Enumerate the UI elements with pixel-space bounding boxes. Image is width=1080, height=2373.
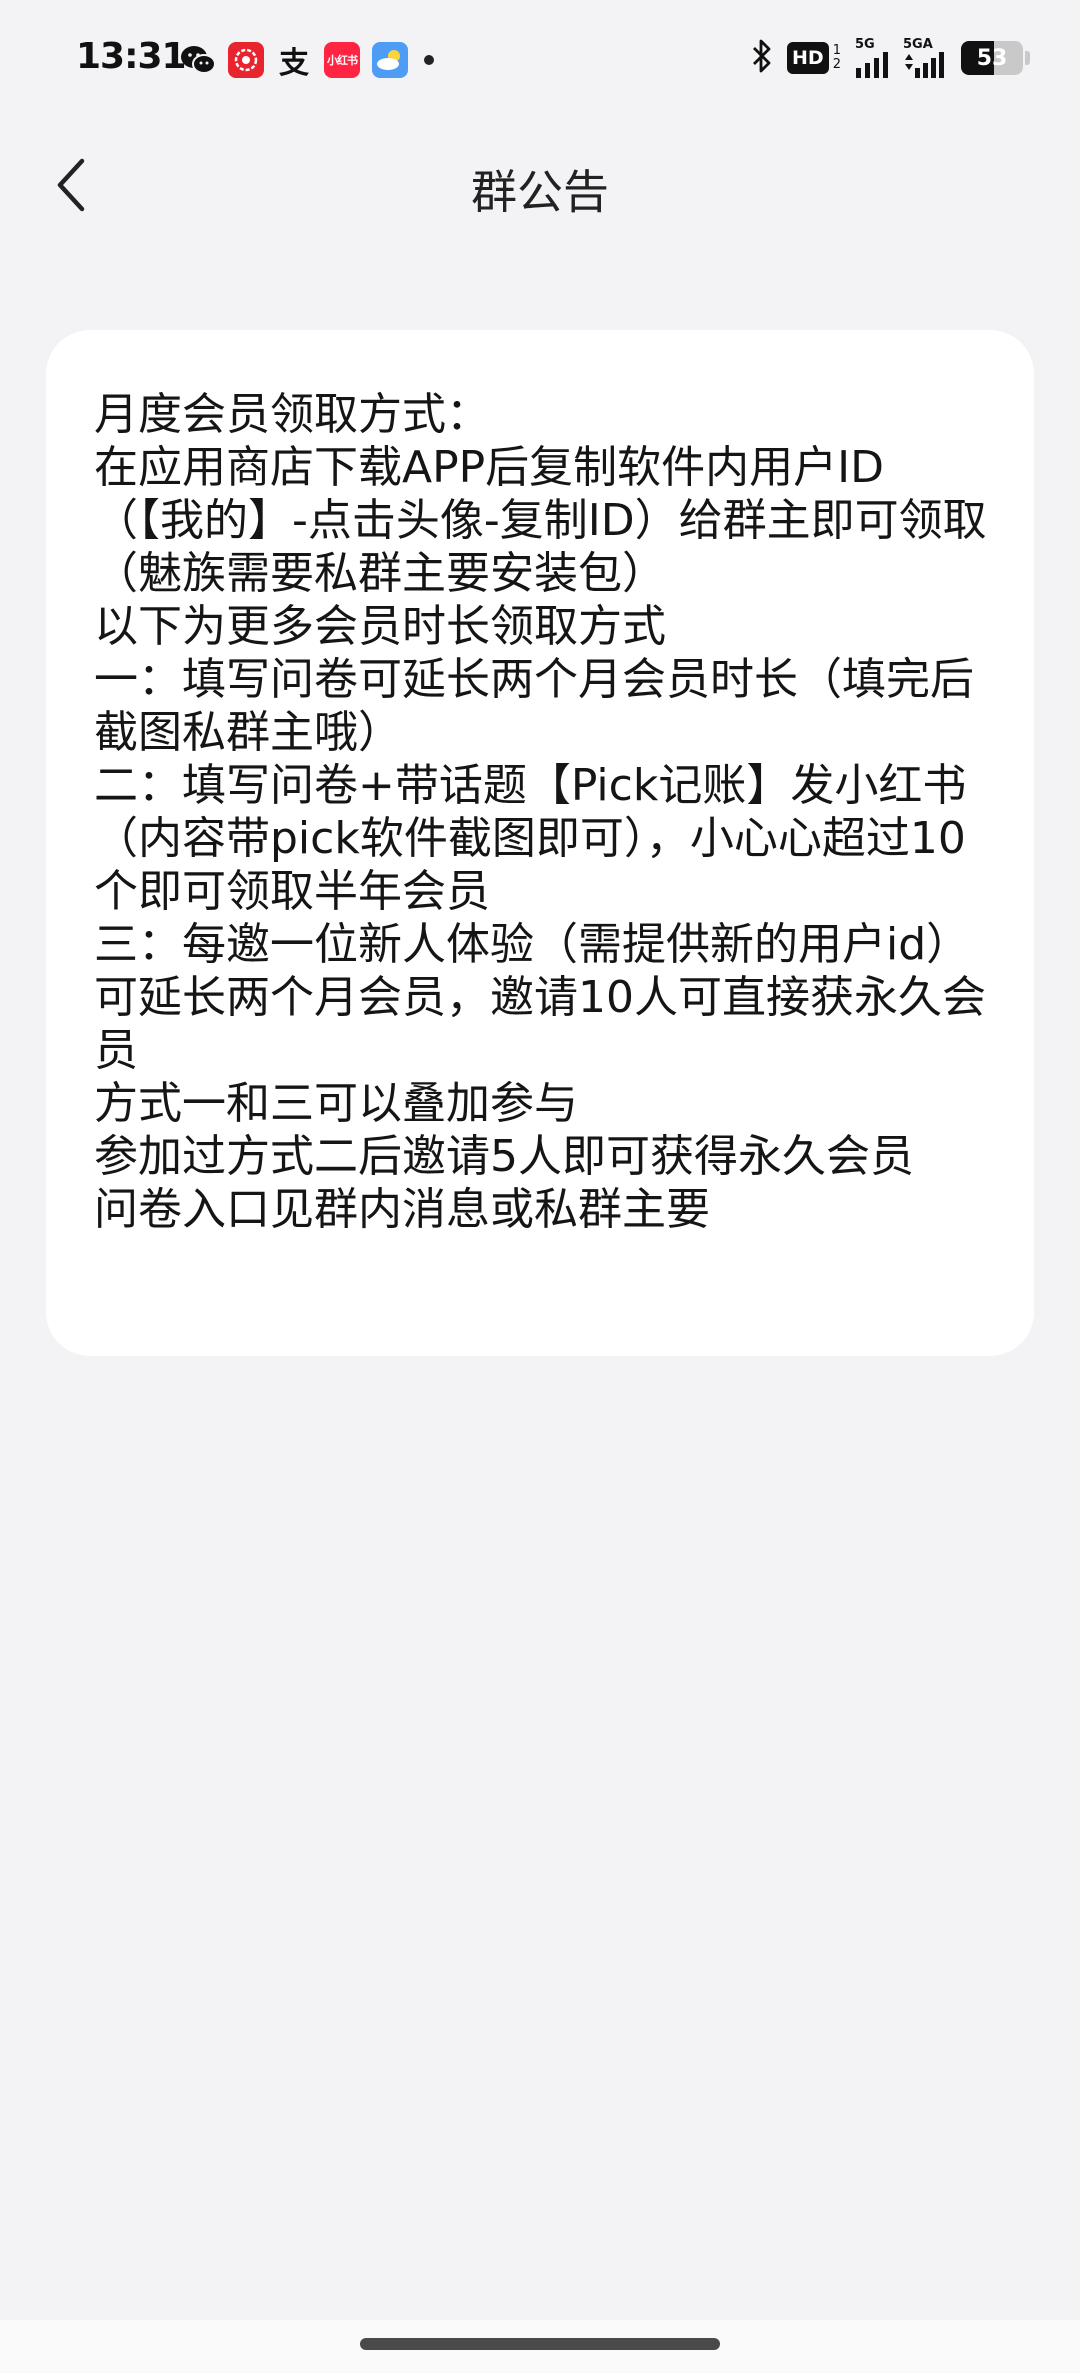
hd-voice-badge: HD (787, 42, 829, 74)
announcement-line: （魅族需要私群主要安装包） (94, 548, 666, 599)
alipay-icon: 支 (279, 46, 309, 81)
xiaohongshu-icon: 小红书 (324, 42, 360, 78)
page-title: 群公告 (471, 165, 609, 219)
weather-icon (372, 42, 408, 78)
status-time: 13:31 (76, 36, 187, 77)
status-bar: 13:31 支 小红书 HD 1 2 5G 5GA 53 (0, 0, 1080, 120)
signal-5g: 5G (855, 38, 889, 78)
battery-tip (1025, 51, 1030, 65)
announcement-line: 月度会员领取方式： (94, 389, 490, 440)
announcement-line: 方式一和三可以叠加参与 (94, 1078, 578, 1129)
announcement-line: 以下为更多会员时长领取方式 (94, 601, 666, 652)
announcement-card: 月度会员领取方式： 在应用商店下载APP后复制软件内用户ID（【我的】-点击头像-… (46, 330, 1034, 1356)
bluetooth-icon (751, 38, 773, 78)
home-indicator[interactable] (360, 2338, 720, 2350)
app-red-icon (228, 42, 264, 78)
announcement-line: 参加过方式二后邀请5人即可获得永久会员 (94, 1131, 914, 1182)
announcement-line: 在应用商店下载APP后复制软件内用户ID（【我的】-点击头像-复制ID）给群主即… (94, 442, 987, 546)
signal-5ga: 5GA (903, 38, 947, 78)
battery-indicator: 53 (961, 41, 1023, 75)
announcement-line: 二：填写问卷+带话题【Pick记账】发小红书（内容带pick软件截图即可），小心… (94, 760, 967, 917)
system-icons: HD 1 2 5G 5GA 53 (751, 38, 1030, 78)
wechat-icon (180, 42, 216, 78)
announcement-line: 一：填写问卷可延长两个月会员时长（填完后截图私群主哦） (94, 654, 974, 758)
nav-bar: 群公告 (0, 120, 1080, 250)
battery-level: 53 (976, 45, 1008, 71)
announcement-body[interactable]: 月度会员领取方式： 在应用商店下载APP后复制软件内用户ID（【我的】-点击头像-… (94, 388, 990, 1236)
hd-sim-index: 1 2 (832, 43, 841, 72)
more-notifications-dot (424, 55, 434, 65)
announcement-line: 三：每邀一位新人体验（需提供新的用户id）可延长两个月会员，邀请10人可直接获永… (94, 919, 986, 1076)
notification-icons: 支 小红书 (180, 42, 434, 81)
announcement-line: 问卷入口见群内消息或私群主要 (94, 1184, 710, 1235)
